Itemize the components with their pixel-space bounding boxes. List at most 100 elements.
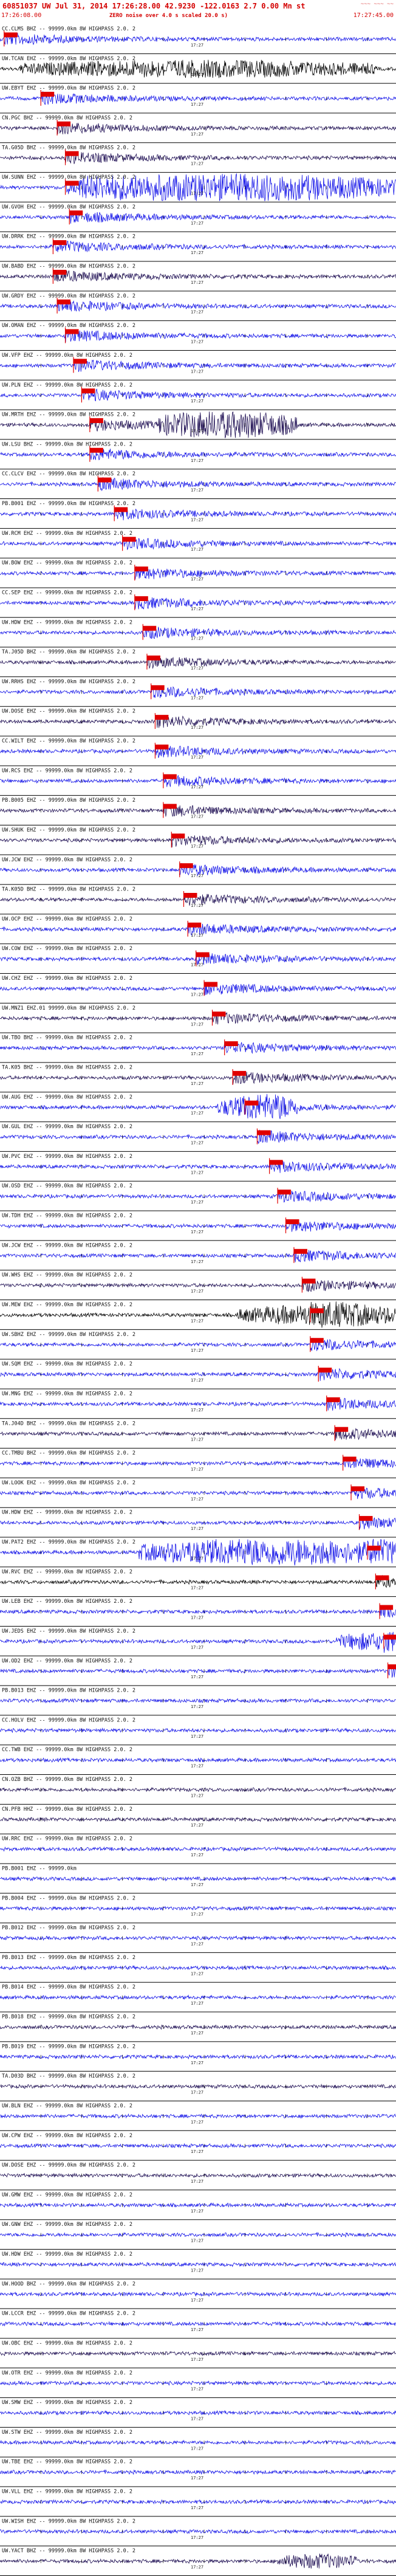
center-time-label: 17:27: [191, 755, 203, 760]
station-label: CN.PFB HHZ -- 99999.0km 8W HIGHPASS 2.0.…: [2, 1806, 132, 1813]
center-time-label: 17:27: [191, 429, 203, 433]
p-pick-marker: [65, 329, 79, 334]
center-time-label: 17:27: [191, 2565, 203, 2570]
center-time-label: 17:27: [191, 132, 203, 137]
p-pick-marker: [81, 388, 95, 394]
station-label: CN.OZB BHZ -- 99999.0km 8W HIGHPASS 2.0.…: [2, 1777, 132, 1783]
p-pick-marker: [335, 1427, 349, 1432]
p-pick-marker: [65, 151, 79, 156]
station-label: UW.GVOH EHZ -- 99999.0km 8W HIGHPASS 2.0…: [2, 204, 135, 210]
center-time-label: 17:27: [191, 1526, 203, 1531]
center-time-label: 17:27: [191, 814, 203, 819]
station-label: UW.AUG EHZ -- 99999.0km 8W HIGHPASS 2.0.…: [2, 1094, 132, 1100]
station-label: UW.OMAN EHZ -- 99999.0km 8W HIGHPASS 2.0…: [2, 323, 135, 329]
station-label: TA.K05 BHZ -- 99999.0km 8W HIGHPASS 2.0.…: [2, 1064, 132, 1070]
p-pick-marker: [146, 655, 160, 661]
p-pick-marker: [155, 744, 169, 749]
station-label: UW.SBHZ EHZ -- 99999.0km 8W HIGHPASS 2.0…: [2, 1332, 135, 1338]
center-time-label: 17:27: [191, 2061, 203, 2065]
p-pick-marker: [387, 1664, 396, 1670]
center-time-label: 17:27: [191, 1378, 203, 1383]
station-label: TA.D03D BHZ -- 99999.0km 8W HIGHPASS 2.0…: [2, 2073, 135, 2079]
p-pick-marker: [212, 1011, 226, 1017]
waveform-trace: [0, 1757, 396, 1763]
p-pick-marker: [196, 952, 210, 957]
p-pick-marker: [359, 1516, 373, 1521]
center-time-label: 17:27: [191, 1823, 203, 1828]
p-pick-marker: [233, 1070, 247, 1076]
center-time-label: 17:27: [191, 1704, 203, 1709]
p-pick-marker: [278, 1190, 292, 1195]
waveform-trace: [0, 2172, 396, 2178]
center-time-label: 17:27: [191, 191, 203, 196]
center-time-label: 17:27: [191, 310, 203, 315]
station-label: PB.B001 EHZ -- 99999.0km: [2, 1865, 77, 1872]
center-time-label: 17:27: [191, 873, 203, 878]
station-label: CC.TWB EHZ -- 99999.0km 8W HIGHPASS 2.0.…: [2, 1747, 132, 1753]
waveform-trace: [0, 1846, 396, 1852]
p-pick-marker: [318, 1368, 332, 1373]
station-label: PB.B018 EHZ -- 99999.0km 8W HIGHPASS 2.0…: [2, 2014, 135, 2020]
station-label: UW.MNG EHZ -- 99999.0km 8W HIGHPASS 2.0.…: [2, 1391, 132, 1397]
start-time-label: 17:26:08.00: [1, 12, 42, 19]
station-label: UW.LOOK EHZ -- 99999.0km 8W HIGHPASS 2.0…: [2, 1480, 135, 1486]
waveform-trace: [0, 1994, 396, 2000]
center-time-label: 17:27: [191, 369, 203, 374]
p-pick-marker: [53, 240, 67, 246]
station-label: UW.HDW EHZ -- 99999.0km 8W HIGHPASS 2.0.…: [2, 619, 132, 625]
waveform-trace: [0, 1727, 396, 1734]
p-pick-marker: [4, 32, 18, 38]
station-label: UW.DOSE EHZ -- 99999.0km 8W HIGHPASS 2.0…: [2, 2163, 135, 2169]
station-label: UW.SUNN EHZ -- 99999.0km 8W HIGHPASS 2.0…: [2, 174, 135, 181]
station-label: UW.TCAN EHZ -- 99999.0km 8W HIGHPASS 2.0…: [2, 56, 135, 62]
center-time-label: 17:27: [191, 2535, 203, 2540]
waveform-trace: [0, 2350, 396, 2357]
center-time-label: 17:27: [191, 1170, 203, 1175]
p-pick-marker: [351, 1486, 365, 1492]
center-time-label: 17:27: [191, 2446, 203, 2451]
center-time-label: 17:27: [191, 1230, 203, 1235]
waveform-trace: [0, 1906, 396, 1912]
center-time-label: 17:27: [191, 1734, 203, 1739]
station-label: TA.K05D BHZ -- 99999.0km 8W HIGHPASS 2.0…: [2, 887, 135, 893]
waveform-trace: [0, 2410, 396, 2416]
center-time-label: 17:27: [191, 1052, 203, 1056]
center-time-label: 17:27: [191, 1348, 203, 1353]
center-time-label: 17:27: [191, 785, 203, 790]
station-label: UW.GMW EHZ -- 99999.0km 8W HIGHPASS 2.0.…: [2, 2192, 132, 2198]
p-pick-marker: [114, 507, 128, 512]
center-time-label: 17:27: [191, 1645, 203, 1650]
center-time-label: 17:27: [191, 2209, 203, 2214]
center-time-label: 17:27: [191, 1882, 203, 1887]
station-label: TA.J04D BHZ -- 99999.0km 8W HIGHPASS 2.0…: [2, 1421, 135, 1427]
center-time-label: 17:27: [191, 2387, 203, 2392]
station-label: UW.SHUK EHZ -- 99999.0km 8W HIGHPASS 2.0…: [2, 827, 135, 833]
center-time-label: 17:27: [191, 1141, 203, 1146]
waveform-trace: [0, 2262, 396, 2267]
center-time-label: 17:27: [191, 1438, 203, 1442]
station-label: UW.COW EHZ -- 99999.0km 8W HIGHPASS 2.0.…: [2, 946, 132, 952]
p-pick-marker: [302, 1278, 316, 1284]
p-pick-marker: [134, 567, 148, 572]
station-label: UW.JCW EHZ -- 99999.0km 8W HIGHPASS 2.0.…: [2, 857, 132, 863]
p-pick-marker: [57, 121, 71, 126]
station-label: TA.J05D BHZ -- 99999.0km 8W HIGHPASS 2.0…: [2, 649, 135, 655]
center-time-label: 17:27: [191, 1586, 203, 1591]
station-label: PB.B019 EHZ -- 99999.0km 8W HIGHPASS 2.0…: [2, 2044, 135, 2050]
center-time-label: 17:27: [191, 399, 203, 404]
station-label: CC.CLMS BHZ -- 99999.0km 8W HIGHPASS 2.0…: [2, 26, 135, 32]
center-time-label: 17:27: [191, 1942, 203, 1947]
station-label: UW.OBC EHZ -- 99999.0km 8W HIGHPASS 2.0.…: [2, 2340, 132, 2346]
center-time-label: 17:27: [191, 992, 203, 997]
p-pick-marker: [224, 1041, 238, 1047]
station-label: UW.RCM EHZ -- 99999.0km 8W HIGHPASS 2.0.…: [2, 531, 132, 537]
station-label: PB.B013 EHZ -- 99999.0km 8W HIGHPASS 2.0…: [2, 1955, 135, 1961]
center-time-label: 17:27: [191, 2031, 203, 2036]
station-label: UW.OTR EHZ -- 99999.0km 8W HIGHPASS 2.0.…: [2, 2370, 132, 2376]
station-label: UW.HOOD BHZ -- 99999.0km 8W HIGHPASS 2.0…: [2, 2281, 135, 2287]
center-time-label: 17:27: [191, 1408, 203, 1413]
station-label: UW.YACT BHZ -- 99999.0km 8W HIGHPASS 2.0…: [2, 2548, 135, 2554]
p-pick-marker: [285, 1219, 299, 1224]
station-label: TA.G05D BHZ -- 99999.0km 8W HIGHPASS 2.0…: [2, 145, 135, 151]
waveform-trace: [0, 2529, 396, 2535]
